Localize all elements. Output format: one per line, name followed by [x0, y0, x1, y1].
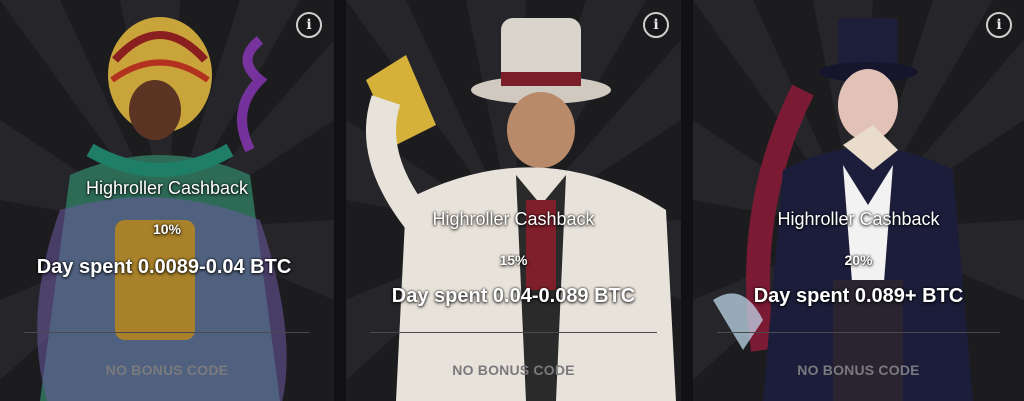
day-spent-range: Day spent 0.089+ BTC	[753, 285, 964, 307]
cashback-card-3[interactable]: i Highroller Cashback 20% Day spent 0.08…	[693, 0, 1024, 401]
card-title: Highroller Cashback	[777, 209, 940, 229]
bonus-code-label: NO BONUS CODE	[797, 362, 920, 378]
divider	[370, 332, 657, 333]
cashback-card-1[interactable]: i Highroller Cashback 10% Day spent 0.00…	[0, 0, 334, 401]
cashback-percent: 15%	[499, 252, 528, 268]
divider	[24, 332, 310, 333]
divider	[717, 332, 1000, 333]
info-icon[interactable]: i	[643, 12, 669, 38]
info-icon[interactable]: i	[986, 12, 1012, 38]
cashback-percent: 10%	[152, 221, 182, 237]
bonus-code-label: NO BONUS CODE	[452, 362, 575, 378]
cashback-percent: 20%	[844, 252, 873, 268]
day-spent-range: Day spent 0.04-0.089 BTC	[391, 285, 636, 307]
info-icon[interactable]: i	[296, 12, 322, 38]
card-title: Highroller Cashback	[432, 209, 595, 229]
bonus-code-label: NO BONUS CODE	[105, 362, 229, 378]
gambler-character-illustration	[366, 18, 676, 401]
cashback-cards-row: i Highroller Cashback 10% Day spent 0.00…	[0, 0, 1024, 401]
priestess-character-illustration	[37, 17, 287, 401]
day-spent-range: Day spent 0.0089-0.04 BTC	[36, 256, 292, 278]
magician-character-illustration	[713, 18, 973, 401]
card-title: Highroller Cashback	[85, 178, 249, 198]
cashback-card-2[interactable]: i Highroller Cashback 15% Day spent 0.04…	[346, 0, 681, 401]
